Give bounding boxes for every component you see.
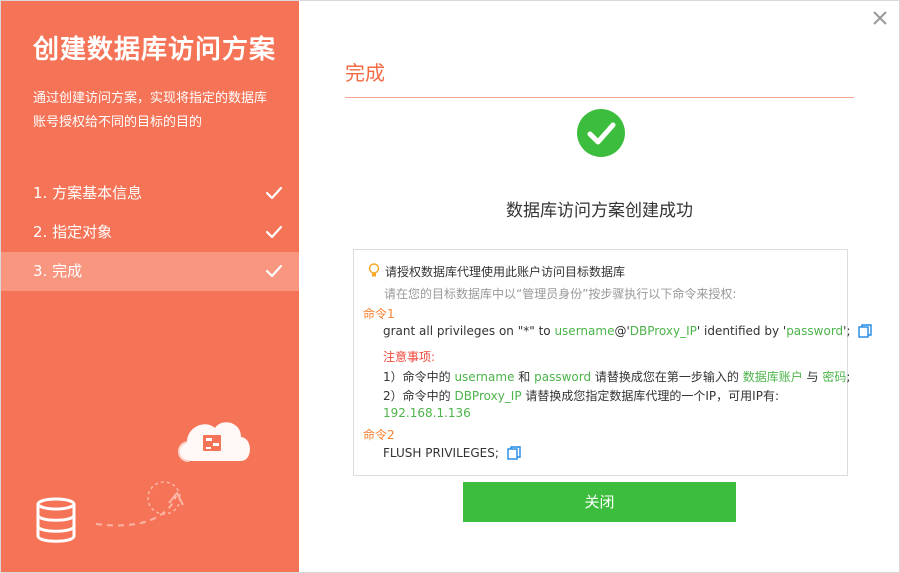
- available-ip: 192.168.1.136: [383, 406, 471, 420]
- step-label: 3. 完成: [33, 262, 83, 280]
- step-complete: 3. 完成: [1, 252, 299, 291]
- step-label: 1. 方案基本信息: [33, 184, 143, 202]
- note2-text: 2）命令中的 DBProxy_IP 请替换成您指定数据库代理的一个IP，可用IP…: [383, 389, 779, 403]
- command1-label: 命令1: [363, 307, 395, 321]
- step-list: 1. 方案基本信息 2. 指定对象 3. 完成: [1, 174, 299, 291]
- page-title: 完成: [345, 61, 385, 85]
- username-token: username: [554, 324, 615, 338]
- check-icon: [265, 225, 283, 239]
- step-label: 2. 指定对象: [33, 223, 113, 241]
- success-check-icon: [577, 109, 625, 157]
- sidebar: 创建数据库访问方案 通过创建访问方案，实现将指定的数据库账号授权给不同的目标的目…: [1, 1, 299, 572]
- notes-label: 注意事项:: [383, 350, 436, 364]
- close-icon[interactable]: [871, 9, 889, 27]
- password-token: password: [786, 324, 844, 338]
- note1-text: 1）命令中的 username 和 password 请替换成您在第一步输入的 …: [383, 370, 851, 384]
- instruction-text: 请在您的目标数据库中以“管理员身份”按步骤执行以下命令来授权:: [384, 287, 737, 301]
- instructions-panel: 请授权数据库代理使用此账户访问目标数据库 请在您的目标数据库中以“管理员身份”按…: [353, 249, 873, 476]
- sidebar-description: 通过创建访问方案，实现将指定的数据库账号授权给不同的目标的目的: [33, 91, 268, 130]
- database-icon: [36, 497, 76, 543]
- step-basic-info: 1. 方案基本信息: [1, 174, 299, 213]
- tip-text: 请授权数据库代理使用此账户访问目标数据库: [385, 265, 626, 279]
- command2-text: FLUSH PRIVILEGES;: [383, 446, 521, 460]
- copy-icon[interactable]: [507, 446, 521, 460]
- cloud-transfer-illustration: [36, 422, 250, 543]
- dialog-window: 创建数据库访问方案 通过创建访问方案，实现将指定的数据库账号授权给不同的目标的目…: [0, 0, 900, 573]
- close-button[interactable]: 关闭: [463, 482, 736, 522]
- sidebar-title: 创建数据库访问方案: [33, 35, 277, 65]
- cloud-icon: [178, 422, 250, 462]
- command2-label: 命令2: [363, 428, 395, 442]
- copy-icon[interactable]: [858, 324, 873, 338]
- lightbulb-icon: [368, 263, 380, 277]
- title-divider: [345, 97, 854, 98]
- step-target-objects: 2. 指定对象: [1, 213, 299, 252]
- success-message: 数据库访问方案创建成功: [506, 201, 693, 221]
- check-icon: [265, 264, 283, 278]
- command1-text: grant all privileges on "*" to username@…: [383, 324, 873, 338]
- ip-token: DBProxy_IP: [629, 324, 697, 338]
- check-icon: [265, 186, 283, 200]
